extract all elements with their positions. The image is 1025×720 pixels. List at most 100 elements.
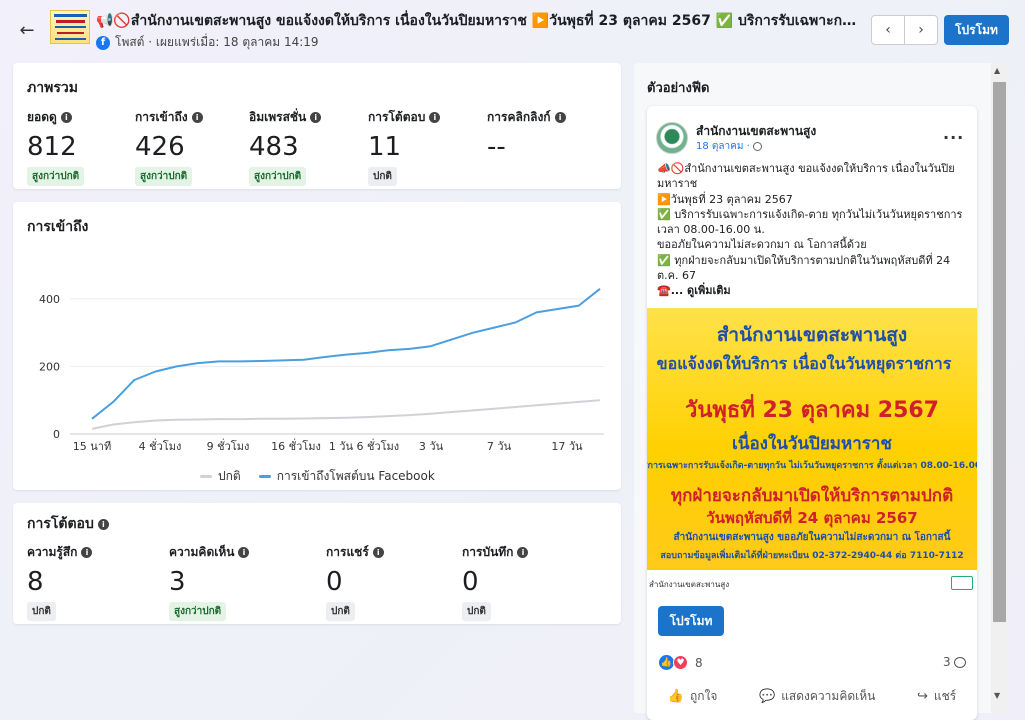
post-actions: 👍 ถูกใจ 💬 แสดงความคิดเห็น ↪ แชร์ — [647, 681, 977, 711]
metric-value: 11 — [368, 132, 402, 162]
interactions-card: การโต้ตอบ i ความรู้สึก i 8 ปกติ ความคิดเห็… — [13, 503, 621, 624]
metric-value: 483 — [249, 132, 299, 162]
metric-comments: ความคิดเห็น i 3 สูงกว่าปกติ — [169, 543, 250, 621]
thumbs-up-icon: 👍 — [667, 688, 684, 704]
more-options-icon[interactable]: ··· — [943, 128, 964, 147]
poster-text: สำนักงานเขตสะพานสูง ขออภัยในความไม่สะดวก… — [673, 532, 951, 543]
poster-text: วันพฤหัสบดีที่ 24 ตุลาคม 2567 — [706, 509, 918, 527]
scroll-up-arrow-icon[interactable]: ▲ — [994, 66, 1000, 75]
post-line: ✅ บริการรับเฉพาะการแจ้งเกิด-ตาย ทุกวันไม… — [657, 207, 966, 237]
metric-link-clicks: การคลิกลิงก์ i -- — [487, 108, 566, 161]
poster-text: บริการเฉพาะการรับแจ้งเกิด-ตายทุกวัน ไม่เ… — [647, 461, 977, 471]
reaction-summary[interactable]: 👍 ♥ 8 — [659, 655, 703, 670]
status-badge: ปกติ — [368, 167, 397, 186]
status-badge: สูงกว่าปกติ — [249, 167, 307, 186]
post-body: 📣🚫สำนักงานเขตสะพานสูง ขอแจ้งงดให้บริการ … — [657, 161, 972, 299]
comment-button[interactable]: 💬 แสดงความคิดเห็น — [759, 687, 875, 706]
metric-impressions: อิมเพรสชั่น i 483 สูงกว่าปกติ — [249, 108, 322, 186]
scroll-down-arrow-icon[interactable]: ▼ — [994, 691, 1000, 700]
metric-reach: การเข้าถึง i 426 สูงกว่าปกติ — [135, 108, 203, 186]
share-arrow-icon: ↪ — [916, 688, 928, 704]
poster-footer-text: สำนักงานเขตสะพานสูง — [649, 580, 730, 589]
info-icon[interactable]: i — [97, 519, 109, 530]
logo-icon — [951, 576, 973, 590]
info-icon[interactable]: i — [517, 547, 529, 558]
legend-item-normal: ปกติ — [200, 467, 241, 486]
poster-text: สำนักงานเขตสะพานสูง — [716, 324, 908, 346]
post-image: สำนักงานเขตสะพานสูง ขอแจ้งงดให้บริการ เน… — [647, 308, 977, 596]
interactions-title: การโต้ตอบ i — [27, 513, 109, 535]
status-badge: สูงกว่าปกติ — [169, 602, 227, 621]
metric-label: การเข้าถึง i — [135, 108, 203, 127]
status-badge: ปกติ — [462, 602, 491, 621]
see-more-link[interactable]: ☎️... ดูเพิ่มเติม — [657, 283, 972, 298]
like-button[interactable]: 👍 ถูกใจ — [668, 687, 718, 706]
info-icon[interactable]: i — [310, 112, 322, 123]
promote-button[interactable]: โปรโมท — [944, 15, 1009, 45]
poster-footer: สำนักงานเขตสะพานสูง — [647, 570, 977, 596]
post-line: ✅ ทุกฝ่ายจะกลับมาเปิดให้บริการตามปกติในว… — [657, 253, 954, 283]
facebook-icon: f — [96, 35, 110, 50]
info-icon[interactable]: i — [191, 112, 203, 123]
metric-reactions: ความรู้สึก i 8 ปกติ — [27, 543, 93, 621]
poster-text: ขอแจ้งงดให้บริการ เนื่องในวันหยุดราชการ — [656, 354, 952, 373]
poster-text: สอบถามข้อมูลเพิ่มเติมได้ที่ฝ่ายทะเบียน 0… — [660, 551, 964, 561]
metric-label: ความรู้สึก i — [27, 543, 93, 562]
post-thumbnail — [50, 10, 90, 44]
status-badge: ปกติ — [27, 602, 56, 621]
promote-post-button[interactable]: โปรโมท — [658, 606, 724, 636]
metric-saves: การบันทึก i 0 ปกติ — [462, 543, 529, 621]
post-title: 📢🚫สำนักงานเขตสะพานสูง ขอแจ้งงดให้บริการ … — [96, 13, 862, 29]
legend-item-post-reach: การเข้าถึงโพสต์บน Facebook — [258, 467, 435, 486]
post-meta-text: โพสต์ · เผยแพร่เมื่อ: 18 ตุลาคม 14:19 — [115, 35, 319, 49]
info-icon[interactable]: i — [372, 547, 384, 558]
poster-text: เนื่องในวันปิยมหาราช — [732, 434, 892, 454]
metric-views: ยอดดู i 812 สูงกว่าปกติ — [27, 108, 85, 186]
comment-bubble-icon — [953, 656, 966, 668]
poster-text: ทุกฝ่ายจะกลับมาเปิดให้บริการตามปกติ — [670, 486, 954, 506]
metric-value: 812 — [27, 132, 77, 162]
info-icon[interactable]: i — [238, 547, 250, 558]
share-button[interactable]: ↪ แชร์ — [917, 687, 956, 706]
metric-label: การบันทึก i — [462, 543, 529, 562]
comment-icon: 💬 — [759, 688, 776, 704]
info-icon[interactable]: i — [554, 112, 566, 123]
prev-post-button[interactable]: ‹ — [872, 16, 904, 44]
metric-value: 8 — [27, 567, 44, 597]
chart-legend: ปกติ การเข้าถึงโพสต์บน Facebook — [200, 467, 435, 486]
facebook-post-preview: สำนักงานเขตสะพานสูง 18 ตุลาคม · ··· 📣🚫สำ… — [647, 106, 977, 720]
post-line: ขออภัยในความไม่สะดวกมา ณ โอกาสนี้ด้วย — [657, 238, 867, 252]
info-icon[interactable]: i — [429, 112, 441, 123]
post-line: 📣🚫สำนักงานเขตสะพานสูง ขอแจ้งงดให้บริการ … — [657, 162, 955, 191]
reach-card: การเข้าถึง — [13, 202, 621, 490]
post-navigation: ‹ › — [871, 15, 938, 45]
metric-value: 0 — [462, 567, 479, 597]
overview-title: ภาพรวม — [27, 80, 78, 96]
love-reaction-icon: ♥ — [673, 655, 688, 670]
back-arrow-icon[interactable]: ← — [14, 18, 40, 42]
top-bar: ← 📢🚫สำนักงานเขตสะพานสูง ขอแจ้งงดให้บริกา… — [0, 0, 1025, 60]
metric-interactions: การโต้ตอบ i 11 ปกติ — [368, 108, 441, 186]
metric-value: 3 — [169, 567, 186, 597]
globe-icon — [752, 142, 762, 151]
info-icon[interactable]: i — [60, 112, 72, 123]
page-avatar — [656, 122, 688, 154]
like-reaction-icon: 👍 — [659, 655, 674, 670]
metric-value: 426 — [135, 132, 185, 162]
poster-text: วันพุธที่ 23 ตุลาคม 2567 — [685, 398, 939, 423]
post-meta: f โพสต์ · เผยแพร่เมื่อ: 18 ตุลาคม 14:19 — [96, 33, 319, 52]
status-badge: สูงกว่าปกติ — [27, 167, 85, 186]
reach-title: การเข้าถึง — [27, 219, 89, 235]
status-badge: ปกติ — [326, 602, 355, 621]
post-date: 18 ตุลาคม · — [696, 139, 762, 154]
next-post-button[interactable]: › — [904, 16, 937, 44]
post-line: ▶️วันพุธที่ 23 ตุลาคม 2567 — [657, 192, 793, 206]
metric-label: การโต้ตอบ i — [368, 108, 441, 127]
feed-preview-title: ตัวอย่างฟีด — [647, 81, 710, 96]
scrollbar-thumb[interactable] — [993, 82, 1006, 622]
comment-count[interactable]: 3 — [943, 655, 966, 669]
reaction-count: 8 — [695, 655, 703, 670]
overview-card: ภาพรวม ยอดดู i 812 สูงกว่าปกติ การเข้าถึง… — [13, 63, 621, 189]
metric-label: ยอดดู i — [27, 108, 84, 127]
info-icon[interactable]: i — [81, 547, 93, 558]
